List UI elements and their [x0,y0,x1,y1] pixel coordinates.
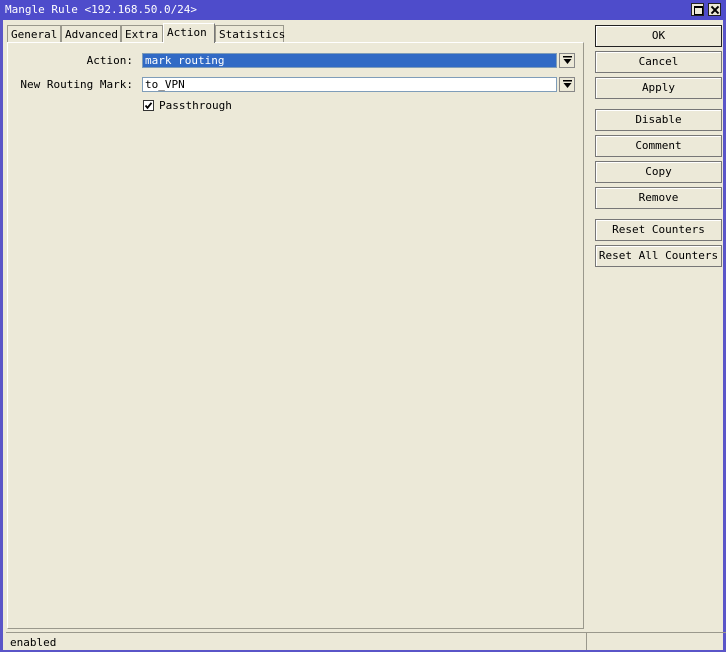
cancel-button[interactable]: Cancel [595,51,722,73]
passthrough-label: Passthrough [159,99,232,112]
action-select[interactable]: mark routing [142,53,557,68]
routing-mark-label: New Routing Mark: [20,78,133,91]
maximize-icon[interactable] [691,3,704,16]
disable-button[interactable]: Disable [595,109,722,131]
tab-general[interactable]: General [7,25,61,42]
reset-counters-button[interactable]: Reset Counters [595,219,722,241]
action-label: Action: [86,54,133,67]
passthrough-checkbox[interactable] [143,100,154,111]
checkmark-icon [144,102,153,110]
tab-action[interactable]: Action [163,23,215,43]
tab-statistics[interactable]: Statistics [215,25,285,42]
dropdown-arrow-icon [563,80,572,88]
reset-all-counters-button[interactable]: Reset All Counters [595,245,722,267]
ok-button[interactable]: OK [595,25,722,47]
window-title: Mangle Rule <192.168.50.0/24> [5,3,198,16]
action-tab-panel [7,42,584,629]
remove-button[interactable]: Remove [595,187,722,209]
routing-mark-input[interactable]: to_VPN [142,77,557,92]
copy-button[interactable]: Copy [595,161,722,183]
comment-button[interactable]: Comment [595,135,722,157]
routing-mark-value: to_VPN [145,78,185,91]
dropdown-arrow-icon [563,56,572,64]
tab-advanced[interactable]: Advanced [61,25,121,42]
action-select-value: mark routing [143,54,556,67]
status-text: enabled [10,636,57,649]
mangle-rule-window: Mangle Rule <192.168.50.0/24> General Ad… [0,0,726,652]
status-separator [586,633,587,650]
apply-button[interactable]: Apply [595,77,722,99]
tab-extra[interactable]: Extra [121,25,163,42]
close-icon[interactable] [708,3,721,16]
status-bar: enabled [6,632,726,650]
action-dropdown-button[interactable] [559,53,575,68]
title-bar[interactable]: Mangle Rule <192.168.50.0/24> [0,0,726,20]
routing-mark-dropdown-button[interactable] [559,77,575,92]
